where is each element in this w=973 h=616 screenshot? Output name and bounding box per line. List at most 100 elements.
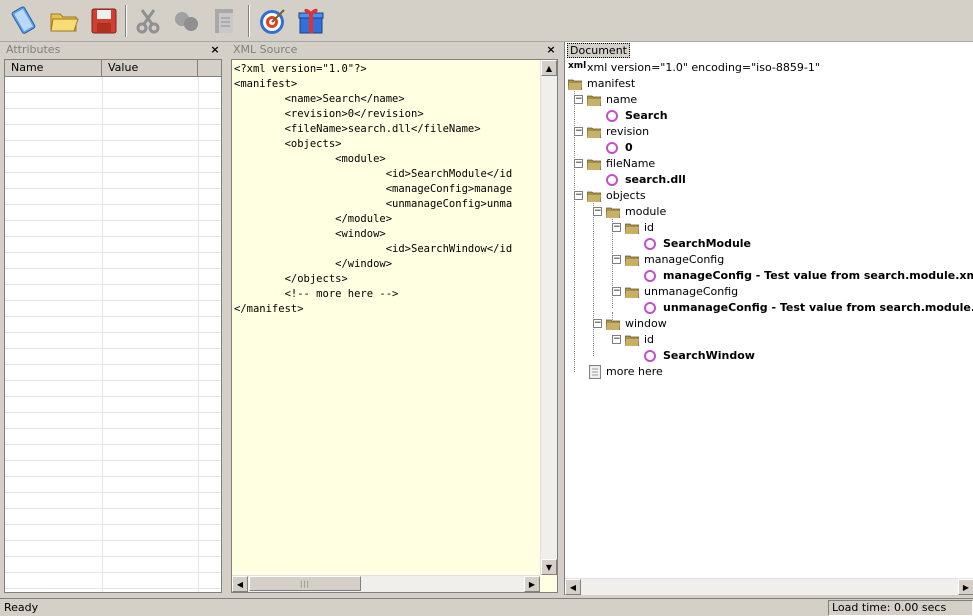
attributes-grid-header: Name Value bbox=[5, 60, 221, 77]
collapse-toggle-icon[interactable]: − bbox=[612, 223, 621, 232]
collapse-toggle-icon[interactable]: − bbox=[612, 255, 621, 264]
collapse-toggle-icon[interactable]: − bbox=[574, 191, 583, 200]
collapse-toggle-icon[interactable]: − bbox=[612, 335, 621, 344]
text-node-icon bbox=[606, 174, 618, 186]
xml-line: <fileName>search.dll</fileName> bbox=[234, 123, 481, 135]
tree-node-name[interactable]: name bbox=[606, 92, 637, 108]
folder-icon bbox=[605, 206, 621, 219]
tree-node-unmanageConfig[interactable]: unmanageConfig bbox=[644, 284, 738, 300]
xml-line: <?xml version="1.0"?> bbox=[234, 63, 367, 75]
xml-editor[interactable]: <?xml version="1.0"?> <manifest> <name>Se… bbox=[231, 59, 558, 593]
collapse-toggle-icon[interactable]: − bbox=[574, 95, 583, 104]
folder-icon bbox=[586, 126, 602, 139]
document-tree[interactable]: xml xml version="1.0" encoding="iso-8859-… bbox=[565, 58, 973, 578]
tree-node-fileName[interactable]: fileName bbox=[606, 156, 655, 172]
gift-box-icon[interactable] bbox=[293, 3, 329, 39]
save-disk-icon[interactable] bbox=[86, 3, 122, 39]
comment-icon bbox=[589, 365, 603, 379]
scroll-right-button[interactable]: ▶ bbox=[524, 576, 540, 592]
xml-line: <id>SearchModule</id bbox=[234, 168, 513, 180]
tree-node-id1-val[interactable]: SearchModule bbox=[663, 236, 751, 252]
tree-node-objects[interactable]: objects bbox=[606, 188, 646, 204]
xml-line: </objects> bbox=[234, 273, 348, 285]
cut-scissors-icon[interactable] bbox=[130, 3, 166, 39]
xml-line: <manageConfig>manage bbox=[234, 183, 513, 195]
text-node-icon bbox=[606, 142, 618, 154]
xml-line: <id>SearchWindow</id bbox=[234, 243, 513, 255]
xml-line: <revision>0</revision> bbox=[234, 108, 424, 120]
tree-node-unmanageConfig-val[interactable]: unmanageConfig - Test value from search.… bbox=[663, 300, 973, 316]
attributes-pane: Attributes × Name Value bbox=[2, 42, 224, 595]
tree-node-window[interactable]: window bbox=[625, 316, 667, 332]
tree-node-module[interactable]: module bbox=[625, 204, 666, 220]
xml-title-text: XML Source bbox=[233, 43, 298, 56]
tree-node-revision[interactable]: revision bbox=[606, 124, 649, 140]
folder-icon bbox=[624, 254, 640, 267]
collapse-toggle-icon[interactable]: − bbox=[593, 319, 602, 328]
xml-close-button[interactable]: × bbox=[545, 42, 557, 58]
target-icon[interactable] bbox=[254, 3, 290, 39]
collapse-toggle-icon[interactable]: − bbox=[574, 127, 583, 136]
tree-node-id2[interactable]: id bbox=[644, 332, 654, 348]
document-pane: Document xml xml version="1.0" encoding="… bbox=[564, 42, 973, 595]
tree-node-declaration[interactable]: xml version="1.0" encoding="iso-8859-1" bbox=[587, 60, 820, 76]
xml-vertical-scrollbar[interactable]: ▲ ▼ bbox=[540, 60, 557, 575]
xml-text-area[interactable]: <?xml version="1.0"?> <manifest> <name>Se… bbox=[234, 62, 540, 572]
tree-node-id2-val[interactable]: SearchWindow bbox=[663, 348, 755, 364]
xml-line: <manifest> bbox=[234, 78, 298, 90]
scroll-thumb[interactable]: ||| bbox=[249, 576, 361, 591]
attributes-grid[interactable]: Name Value bbox=[4, 59, 222, 593]
folder-icon bbox=[624, 334, 640, 347]
folder-icon bbox=[586, 94, 602, 107]
paste-icon[interactable] bbox=[206, 3, 242, 39]
tree-node-name-val[interactable]: Search bbox=[625, 108, 668, 124]
column-header-extra bbox=[198, 60, 221, 77]
copy-icon[interactable] bbox=[168, 3, 204, 39]
tree-horizontal-scrollbar[interactable]: ◀ ▶ bbox=[565, 578, 973, 595]
scroll-left-button[interactable]: ◀ bbox=[232, 576, 248, 592]
text-node-icon bbox=[644, 238, 656, 250]
open-folder-icon[interactable] bbox=[46, 3, 82, 39]
collapse-toggle-icon[interactable]: − bbox=[612, 287, 621, 296]
xml-line: </manifest> bbox=[234, 303, 304, 315]
folder-icon bbox=[586, 158, 602, 171]
tree-node-id1[interactable]: id bbox=[644, 220, 654, 236]
scroll-left-button[interactable]: ◀ bbox=[565, 579, 581, 595]
tree-node-revision-val[interactable]: 0 bbox=[625, 140, 633, 156]
folder-icon bbox=[567, 78, 583, 91]
tree-node-manageConfig-val[interactable]: manageConfig - Test value from search.mo… bbox=[663, 268, 973, 284]
tree-node-fileName-val[interactable]: search.dll bbox=[625, 172, 686, 188]
column-header-value[interactable]: Value bbox=[102, 60, 198, 77]
attributes-title-text: Attributes bbox=[6, 43, 61, 56]
tree-node-manifest[interactable]: manifest bbox=[587, 76, 635, 92]
text-node-icon bbox=[644, 270, 656, 282]
text-node-icon bbox=[644, 302, 656, 314]
xml-pane-title: XML Source bbox=[229, 42, 560, 58]
xml-line: </window> bbox=[234, 258, 393, 270]
scroll-up-button[interactable]: ▲ bbox=[541, 60, 557, 76]
collapse-toggle-icon[interactable]: − bbox=[574, 159, 583, 168]
xml-line: <window> bbox=[234, 228, 386, 240]
folder-icon bbox=[586, 190, 602, 203]
toolbar-separator bbox=[248, 5, 250, 37]
xml-horizontal-scrollbar[interactable]: ◀ ||| ▶ bbox=[232, 575, 540, 592]
new-document-icon[interactable] bbox=[6, 3, 42, 39]
tree-guide-line bbox=[593, 200, 594, 356]
scroll-right-button[interactable]: ▶ bbox=[958, 579, 973, 595]
folder-icon bbox=[605, 318, 621, 331]
attributes-close-button[interactable]: × bbox=[209, 42, 221, 58]
column-header-name[interactable]: Name bbox=[5, 60, 102, 77]
tree-node-comment[interactable]: more here bbox=[606, 364, 663, 380]
xml-line: </module> bbox=[234, 213, 393, 225]
toolbar bbox=[0, 0, 973, 42]
collapse-toggle-icon[interactable]: − bbox=[593, 207, 602, 216]
xml-line: <name>Search</name> bbox=[234, 93, 405, 105]
document-tab[interactable]: Document bbox=[567, 43, 630, 58]
scroll-down-button[interactable]: ▼ bbox=[541, 559, 557, 575]
xml-declaration-icon: xml bbox=[568, 61, 587, 71]
xml-line: <unmanageConfig>unma bbox=[234, 198, 513, 210]
xml-line: <!-- more here --> bbox=[234, 288, 399, 300]
attributes-pane-title: Attributes bbox=[2, 42, 224, 58]
text-node-icon bbox=[644, 350, 656, 362]
tree-node-manageConfig[interactable]: manageConfig bbox=[644, 252, 724, 268]
